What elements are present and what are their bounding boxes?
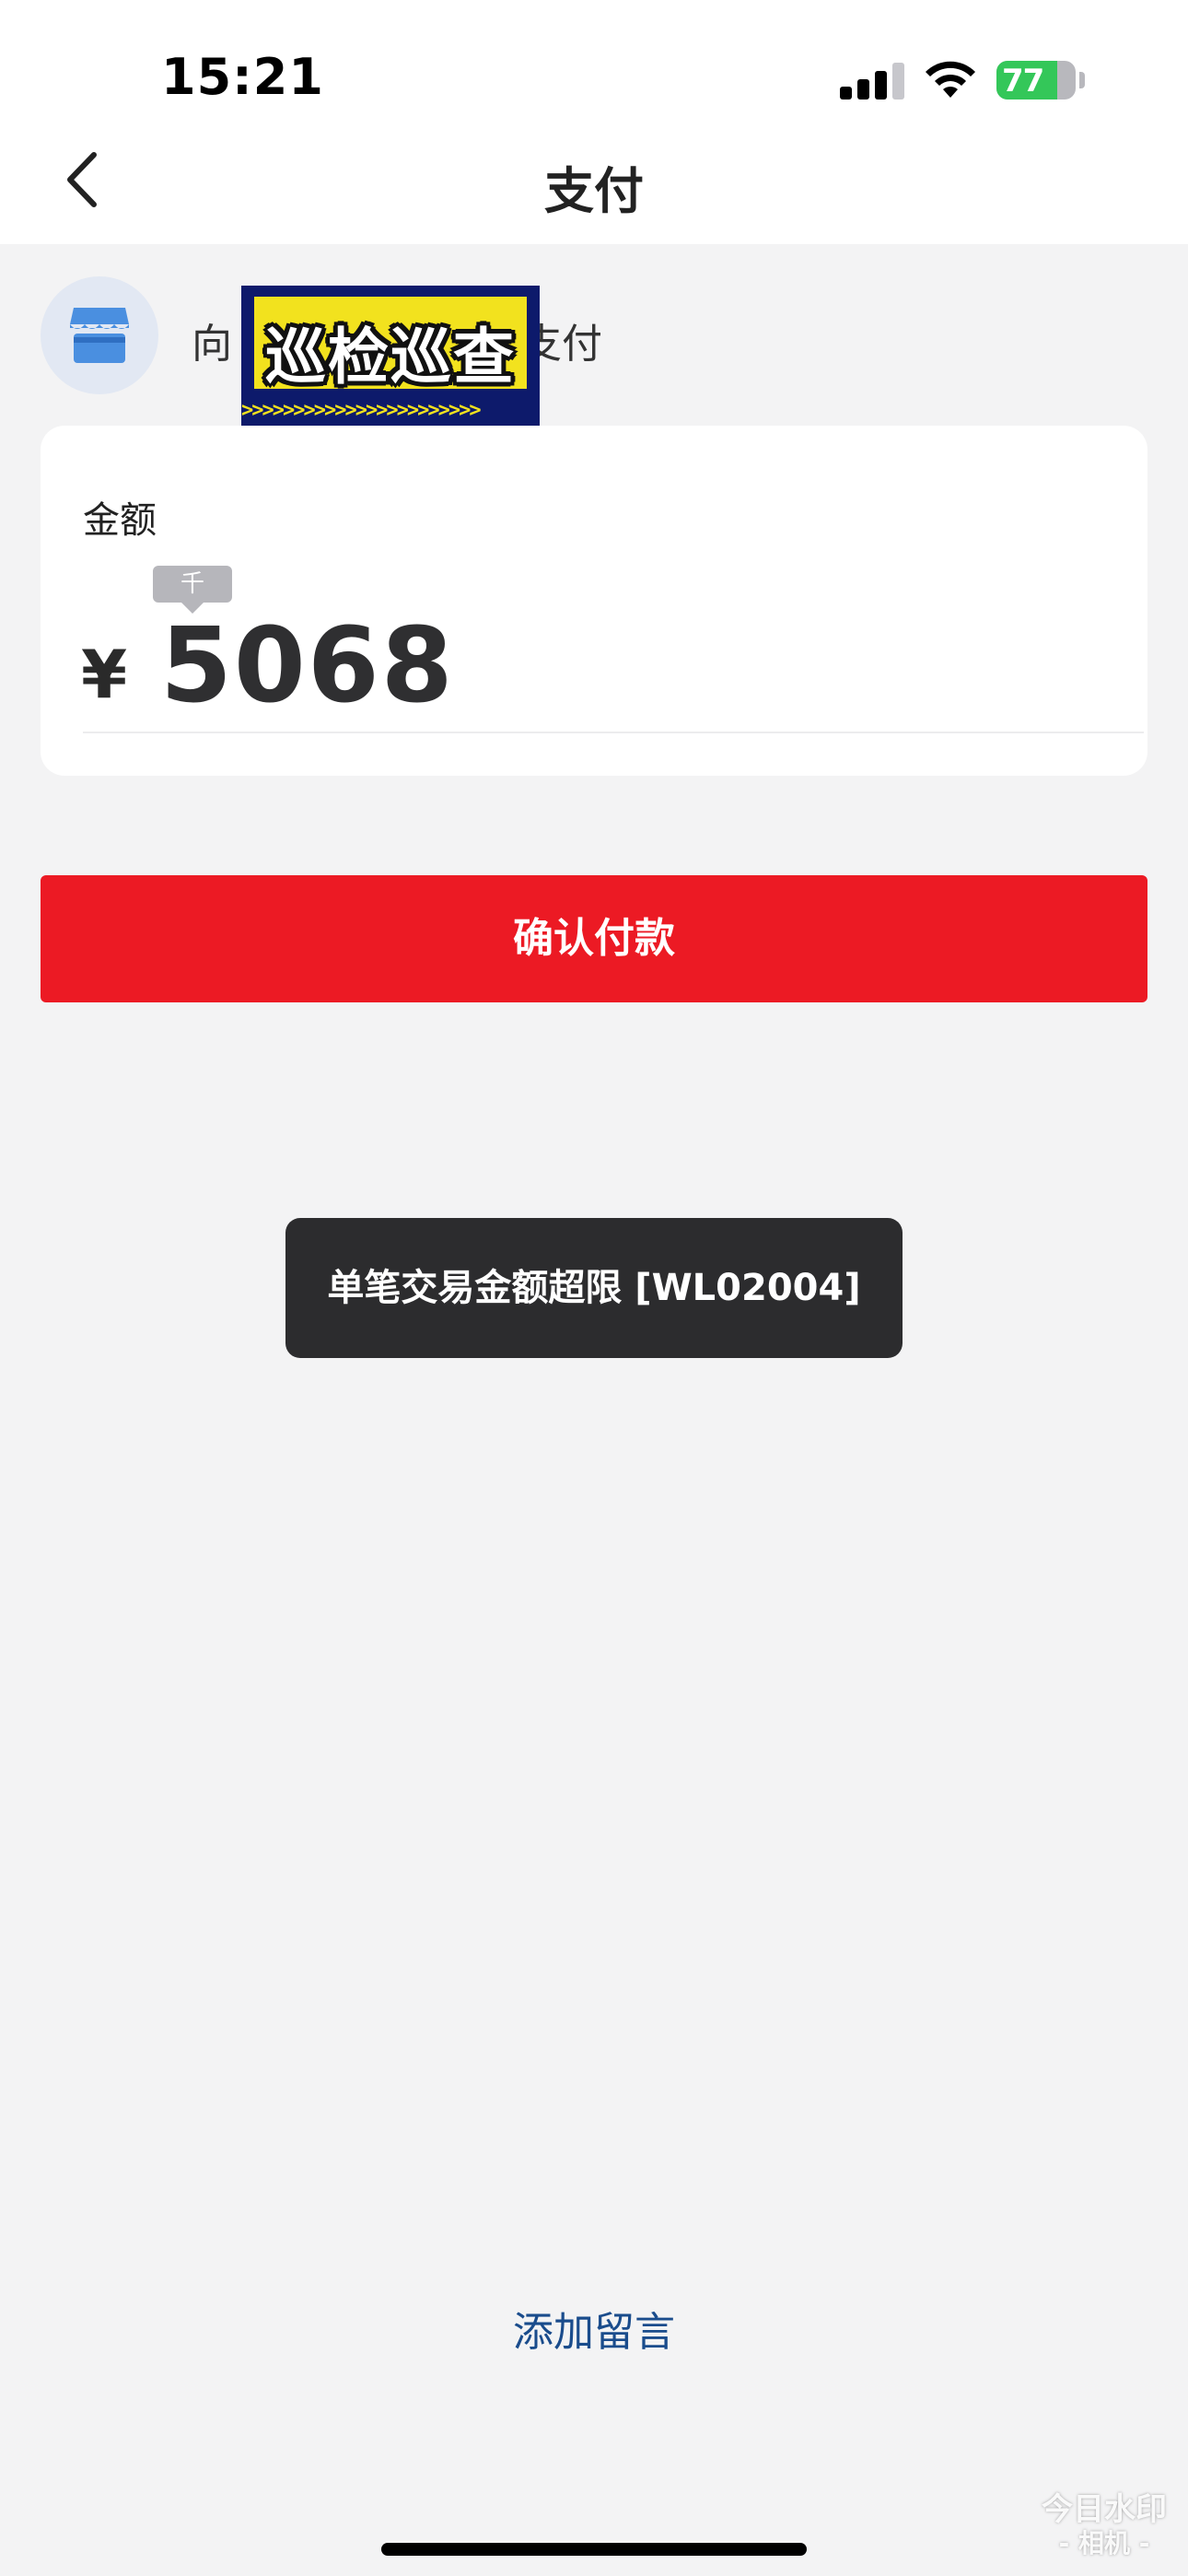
page-title: 支付 — [544, 162, 644, 220]
home-indicator — [381, 2543, 807, 2556]
amount-card: 金额 千 ¥ 5068 — [41, 426, 1147, 776]
battery-icon: 77 — [996, 61, 1076, 100]
merchant-name-sticker: 巡检巡查 >>>>>>>>>>>>>>>>>>>>>>> — [241, 286, 540, 429]
cellular-signal-icon — [840, 63, 904, 100]
status-time: 15:21 — [161, 48, 324, 106]
amount-divider — [83, 732, 1144, 733]
merchant-avatar — [41, 276, 158, 394]
wifi-icon — [926, 61, 975, 98]
confirm-payment-button[interactable]: 确认付款 — [41, 875, 1147, 1002]
pay-to-prefix: 向 — [192, 321, 232, 368]
amount-unit-tooltip: 千 — [153, 566, 232, 614]
sticker-chevron-strip: >>>>>>>>>>>>>>>>>>>>>>> — [241, 400, 482, 422]
battery-percentage: 77 — [1002, 63, 1044, 100]
amount-label: 金额 — [83, 499, 157, 542]
sticker-text: 巡检巡查 — [265, 322, 516, 392]
error-toast: 单笔交易金额超限 [WL02004] — [285, 1218, 903, 1358]
sticker-banner: 巡检巡查 — [254, 297, 527, 392]
battery-tip — [1079, 72, 1085, 88]
add-note-link[interactable]: 添加留言 — [0, 2299, 1188, 2358]
watermark-line-1: 今日水印 — [1042, 2491, 1167, 2528]
amount-input[interactable]: 5068 — [160, 606, 455, 726]
storefront-icon — [70, 308, 129, 363]
currency-symbol: ¥ — [81, 636, 128, 713]
camera-watermark: 今日水印 - 相机 - — [1035, 2491, 1173, 2565]
watermark-line-2: - 相机 - — [1058, 2528, 1150, 2558]
